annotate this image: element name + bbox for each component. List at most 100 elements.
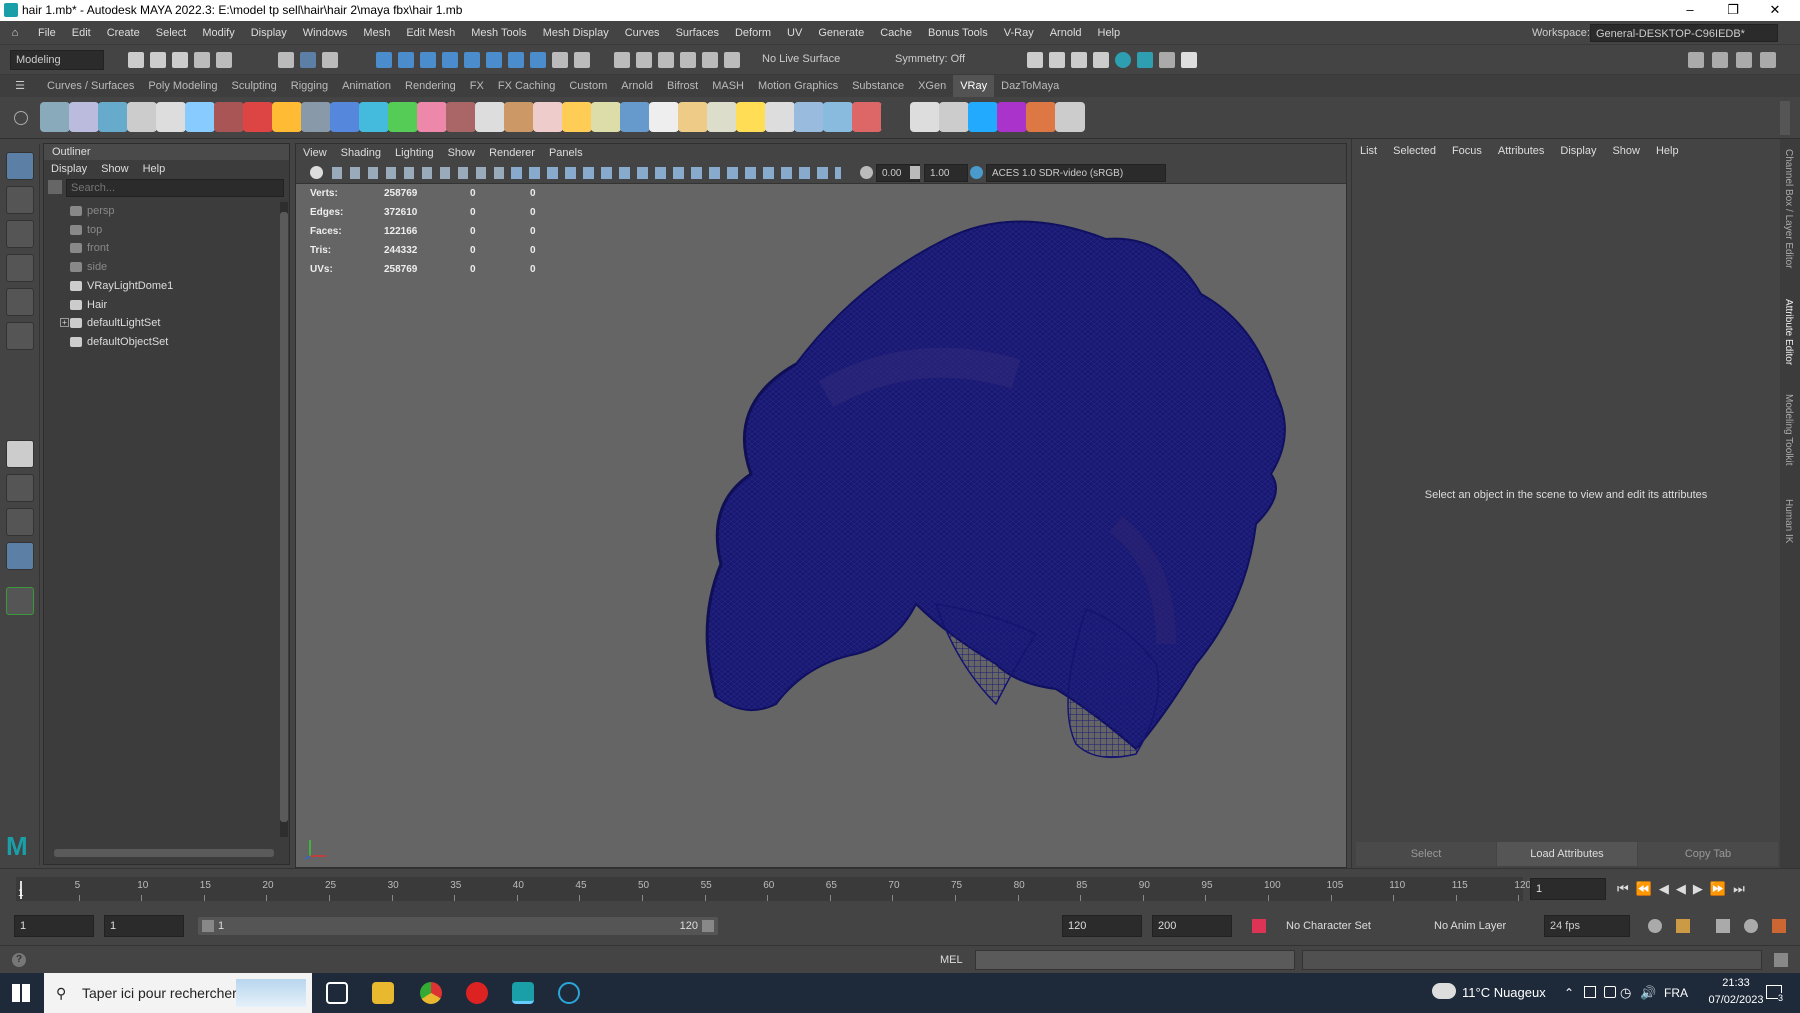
- tray-drive-icon[interactable]: [1584, 986, 1596, 998]
- vray-shelf-tool-34-icon[interactable]: [997, 102, 1027, 132]
- help-icon[interactable]: ?: [12, 953, 26, 967]
- attr-menu-show[interactable]: Show: [1604, 139, 1648, 163]
- menu-cache[interactable]: Cache: [872, 21, 920, 45]
- menu-curves[interactable]: Curves: [617, 21, 668, 45]
- attr-menu-display[interactable]: Display: [1552, 139, 1604, 163]
- redo-icon[interactable]: [216, 52, 232, 68]
- vray-shelf-tool-12-icon[interactable]: [359, 102, 389, 132]
- vray-shelf-tool-28-icon[interactable]: [823, 102, 853, 132]
- restore-icon[interactable]: ❐: [1713, 0, 1753, 21]
- vray-shelf-tool-19-icon[interactable]: [562, 102, 592, 132]
- menu-mesh-display[interactable]: Mesh Display: [535, 21, 617, 45]
- vray-shelf-tool-15-icon[interactable]: [446, 102, 476, 132]
- vray-shelf-tool-1-icon[interactable]: [40, 102, 70, 132]
- play-back-icon[interactable]: ◀: [1676, 881, 1693, 896]
- windows-start-icon[interactable]: [12, 984, 30, 1002]
- shelf-tab-vray[interactable]: VRay: [953, 75, 995, 97]
- copy-tab-button[interactable]: Copy Tab: [1638, 842, 1778, 866]
- shelf-tab-bifrost[interactable]: Bifrost: [660, 75, 705, 97]
- menu-uv[interactable]: UV: [779, 21, 810, 45]
- vray-shelf-tool-35-icon[interactable]: [1026, 102, 1056, 132]
- select-hierarchy-icon[interactable]: [278, 52, 294, 68]
- sound-icon[interactable]: [1716, 919, 1730, 933]
- tools-icon[interactable]: [1159, 52, 1175, 68]
- render-frame-icon[interactable]: [1027, 52, 1043, 68]
- shelf-tab-custom[interactable]: Custom: [562, 75, 614, 97]
- rotate-tool-icon[interactable]: [6, 288, 34, 316]
- select-object-icon[interactable]: [300, 52, 316, 68]
- battery-icon[interactable]: [1604, 986, 1616, 998]
- filter-icon[interactable]: [48, 180, 62, 194]
- taskbar-search-input[interactable]: ⚲ Taper ici pour rechercher: [44, 973, 312, 1013]
- render-view-icon[interactable]: [1137, 52, 1153, 68]
- outliner-menu-show[interactable]: Show: [94, 160, 136, 178]
- vray-shelf-tool-33-icon[interactable]: [968, 102, 998, 132]
- make-live-icon[interactable]: [508, 52, 524, 68]
- minimize-icon[interactable]: –: [1670, 0, 1710, 21]
- maya-taskbar-icon[interactable]: [512, 982, 534, 1004]
- attr-menu-focus[interactable]: Focus: [1444, 139, 1490, 163]
- vray-shelf-tool-32-icon[interactable]: [939, 102, 969, 132]
- clock-time[interactable]: 21:33: [1700, 977, 1772, 989]
- outliner-item[interactable]: VRayLightDome1: [70, 277, 270, 295]
- vray-shelf-tool-13-icon[interactable]: [388, 102, 418, 132]
- workspace-dropdown[interactable]: General-DESKTOP-C96IEDB*: [1590, 24, 1778, 42]
- script-language-toggle[interactable]: MEL: [940, 946, 963, 974]
- two-view-icon[interactable]: [6, 508, 34, 536]
- outliner-item[interactable]: front: [70, 239, 270, 257]
- range-bar[interactable]: 1 120: [198, 917, 718, 935]
- lasso-icon[interactable]: [702, 52, 718, 68]
- layout-2-icon[interactable]: [1712, 52, 1728, 68]
- volume-icon[interactable]: 🔊: [1640, 973, 1656, 1013]
- tray-chevron-icon[interactable]: ⌃: [1564, 973, 1574, 1013]
- shelf-tab-arnold[interactable]: Arnold: [614, 75, 660, 97]
- outliner-item[interactable]: persp: [70, 202, 270, 220]
- outliner-search-input[interactable]: [66, 179, 284, 197]
- character-set-dropdown[interactable]: No Character Set: [1286, 915, 1416, 937]
- shelf-tab-poly-modeling[interactable]: Poly Modeling: [141, 75, 224, 97]
- file-explorer-icon[interactable]: [372, 982, 394, 1004]
- task-view-icon[interactable]: [326, 982, 348, 1004]
- menu-edit-mesh[interactable]: Edit Mesh: [398, 21, 463, 45]
- side-tab-attribute-editor[interactable]: Attribute Editor: [1783, 299, 1794, 365]
- script-editor-icon[interactable]: [1774, 953, 1788, 967]
- vray-shelf-tool-5-icon[interactable]: [156, 102, 186, 132]
- output-ops-icon[interactable]: [636, 52, 652, 68]
- shelf-tab-rendering[interactable]: Rendering: [398, 75, 463, 97]
- vray-shelf-tool-18-icon[interactable]: [533, 102, 563, 132]
- vray-shelf-tool-26-icon[interactable]: [765, 102, 795, 132]
- vray-shelf-tool-3-icon[interactable]: [98, 102, 128, 132]
- vray-shelf-tool-25-icon[interactable]: [736, 102, 766, 132]
- outliner-item[interactable]: top: [70, 221, 270, 239]
- vray-shelf-tool-29-icon[interactable]: [852, 102, 882, 132]
- vray-shelf-tool-9-icon[interactable]: [272, 102, 302, 132]
- menu-generate[interactable]: Generate: [810, 21, 872, 45]
- menu-select[interactable]: Select: [148, 21, 195, 45]
- history-icon[interactable]: [574, 52, 590, 68]
- fps-dropdown[interactable]: 24 fps: [1544, 915, 1630, 937]
- vray-shelf-tool-24-icon[interactable]: [707, 102, 737, 132]
- vray-shelf-tool-22-icon[interactable]: [649, 102, 679, 132]
- menu-deform[interactable]: Deform: [727, 21, 779, 45]
- opera-icon[interactable]: [466, 982, 488, 1004]
- app-c-icon[interactable]: [558, 982, 580, 1004]
- step-back-icon[interactable]: ◀: [1659, 881, 1676, 896]
- outliner-menu-display[interactable]: Display: [44, 160, 94, 178]
- menu-bonus-tools[interactable]: Bonus Tools: [920, 21, 996, 45]
- menu-display[interactable]: Display: [243, 21, 295, 45]
- single-view-icon[interactable]: [6, 440, 34, 468]
- outliner-item[interactable]: + defaultLightSet: [60, 314, 270, 332]
- play-forward-icon[interactable]: ▶: [1693, 881, 1710, 896]
- shelf-menu-icon[interactable]: ☰: [0, 75, 40, 97]
- hair-wireframe-mesh[interactable]: [296, 144, 1347, 868]
- ipr-render-icon[interactable]: [1071, 52, 1087, 68]
- vray-shelf-tool-36-icon[interactable]: [1055, 102, 1085, 132]
- weather-text[interactable]: 11°C Nuageux: [1462, 973, 1546, 1013]
- move-tool-icon[interactable]: [6, 254, 34, 282]
- range-start-handle[interactable]: [202, 920, 214, 932]
- snap-point-icon[interactable]: [420, 52, 436, 68]
- vray-shelf-tool-2-icon[interactable]: [69, 102, 99, 132]
- shelf-tab-fx-caching[interactable]: FX Caching: [491, 75, 562, 97]
- snap-plane-icon[interactable]: [442, 52, 458, 68]
- snap-curve-icon[interactable]: [398, 52, 414, 68]
